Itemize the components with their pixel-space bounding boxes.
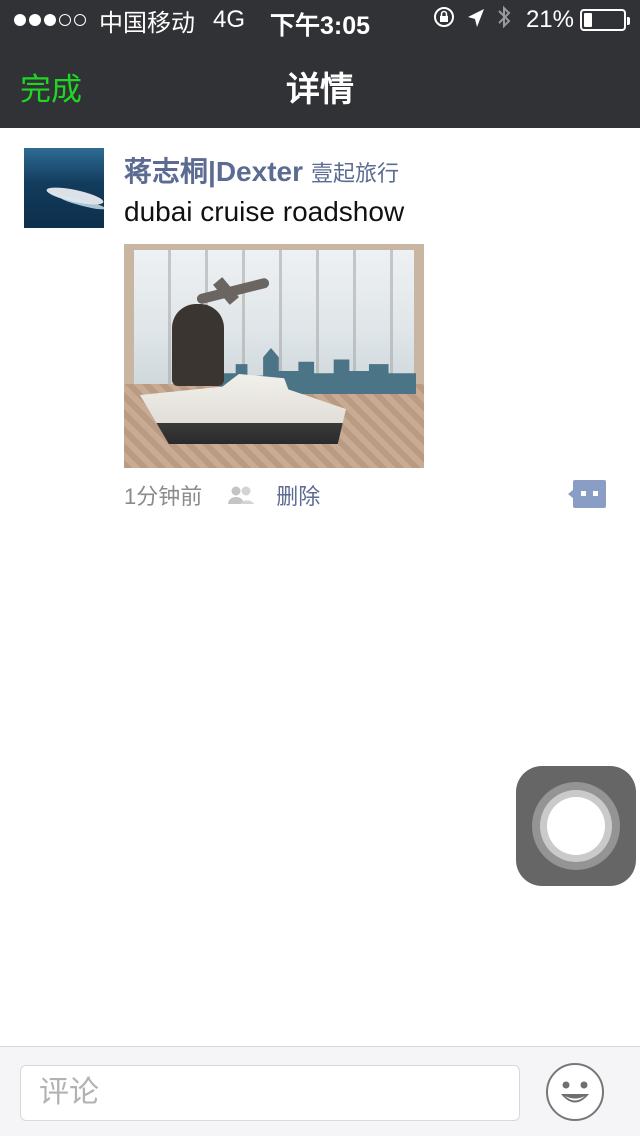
post-meta: 1分钟前 删除 [124, 478, 320, 512]
author-company: 壹起旅行 [311, 161, 400, 186]
photo-person [172, 304, 224, 386]
author-avatar[interactable] [24, 148, 104, 228]
orientation-lock-icon [432, 5, 456, 36]
bluetooth-icon [496, 4, 512, 37]
post-time: 1分钟前 [124, 484, 203, 509]
author-name[interactable]: 蒋志桐|Dexter [124, 150, 303, 190]
emoji-icon[interactable] [546, 1063, 604, 1121]
friends-visibility-icon[interactable] [226, 485, 256, 505]
moment-detail-screen: 中国移动 4G 下午3:05 21% 完成 详情 蒋志桐|Dexter 壹起旅行… [0, 0, 640, 1136]
delete-button[interactable]: 删除 [276, 479, 320, 511]
location-arrow-icon [466, 5, 486, 36]
page-title: 详情 [286, 71, 354, 109]
post-photo[interactable] [124, 244, 424, 468]
status-bar: 中国移动 4G 下午3:05 21% [0, 0, 640, 40]
battery-cap [627, 17, 630, 25]
battery-icon [580, 9, 630, 31]
comment-bubble-icon[interactable] [568, 480, 606, 508]
post-text: dubai cruise roadshow [124, 196, 405, 227]
assistive-touch-core [547, 797, 605, 855]
assistive-touch-icon[interactable] [516, 766, 636, 886]
author-line: 蒋志桐|Dexter 壹起旅行 [124, 150, 399, 190]
battery-level-fill [584, 13, 592, 27]
battery-percent: 21% [525, 6, 574, 33]
comment-input[interactable] [20, 1065, 520, 1121]
navigation-bar: 完成 详情 [0, 40, 640, 128]
comment-bar [0, 1046, 640, 1136]
status-right: 21% [422, 4, 630, 37]
